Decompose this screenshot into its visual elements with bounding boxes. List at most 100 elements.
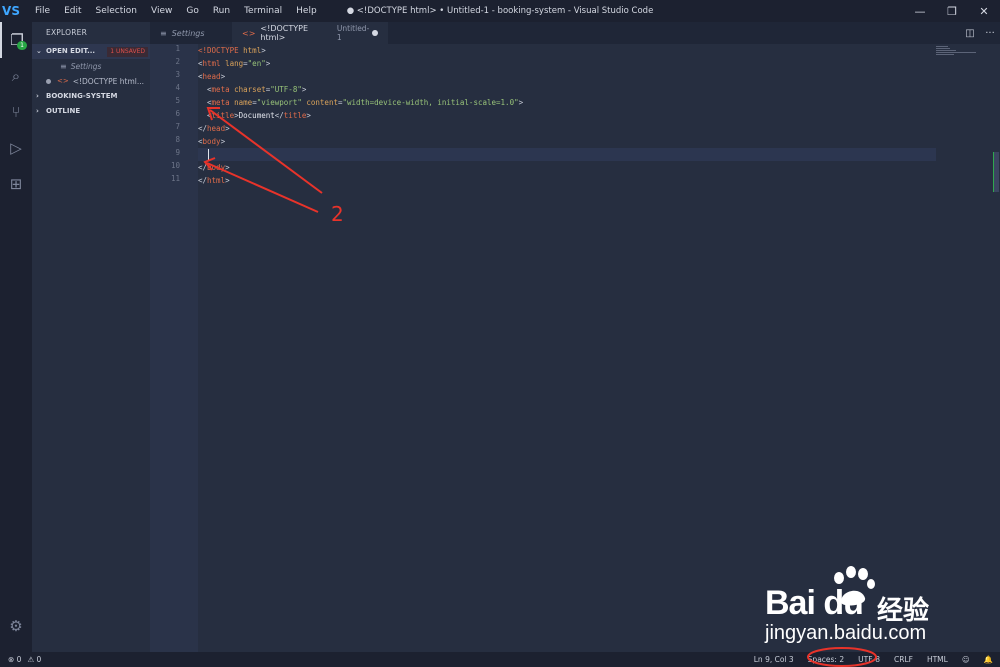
explorer-sidebar: EXPLORER ⌄ OPEN EDIT... 1 UNSAVED ≡ Sett…	[32, 22, 150, 652]
line-number: 5	[175, 96, 180, 105]
maximize-button[interactable]: ❐	[936, 0, 968, 22]
cursor-position[interactable]: Ln 9, Col 3	[747, 655, 801, 664]
menu-run[interactable]: Run	[206, 0, 237, 22]
settings-file-icon: ≡	[160, 28, 167, 38]
code-line-5: <meta name="viewport" content="width=dev…	[198, 98, 524, 107]
line-number-gutter: 1 2 3 4 5 6 7 8 9 10 11	[150, 44, 198, 652]
tab-untitled-desc: Untitled-1	[336, 24, 370, 42]
open-editor-untitled-label: <!DOCTYPE html...	[72, 77, 144, 86]
line-number: 9	[175, 148, 180, 157]
close-button[interactable]: ✕	[968, 0, 1000, 22]
open-editor-settings[interactable]: ≡ Settings	[32, 59, 150, 74]
extensions-icon[interactable]: ⊞	[0, 166, 32, 202]
status-right: Ln 9, Col 3 Spaces: 2 UTF-8 CRLF HTML ☺ …	[747, 655, 1000, 664]
menu-file[interactable]: File	[28, 0, 57, 22]
code-line-11: </html>	[198, 176, 230, 185]
booking-system-label: BOOKING-SYSTEM	[46, 92, 118, 100]
tab-settings[interactable]: ≡ Settings	[150, 22, 232, 44]
editor-area: ≡ Settings <> <!DOCTYPE html> Untitled-1…	[150, 22, 1000, 652]
line-number: 6	[175, 109, 180, 118]
open-editors-label: OPEN EDIT...	[46, 47, 96, 55]
activity-bar: ❐ 1 ⌕ ⑂ ▷ ⊞ ⚙	[0, 22, 32, 652]
baidu-watermark: Bai du 经验 jingyan.baidu.com	[765, 560, 995, 650]
current-line-highlight	[198, 148, 936, 161]
window-controls: — ❐ ✕	[904, 0, 1000, 22]
code-line-7: </head>	[198, 124, 230, 133]
line-number: 2	[175, 57, 180, 66]
explorer-icon[interactable]: ❐ 1	[0, 22, 32, 58]
minimap-line	[936, 52, 976, 53]
html-file-icon: <>	[242, 28, 256, 38]
editor-tabs: ≡ Settings <> <!DOCTYPE html> Untitled-1…	[150, 22, 1000, 44]
explorer-badge: 1	[17, 41, 27, 50]
menu-view[interactable]: View	[144, 0, 179, 22]
settings-file-icon: ≡	[60, 62, 67, 71]
status-bar: ⊗ 0 ⚠ 0 Ln 9, Col 3 Spaces: 2 UTF-8 CRLF…	[0, 652, 1000, 667]
line-number: 4	[175, 83, 180, 92]
line-number: 10	[170, 161, 180, 170]
code-line-2: <html lang="en">	[198, 59, 271, 68]
baidu-brand-text: Bai du	[765, 584, 864, 622]
line-number: 7	[175, 122, 180, 131]
search-icon[interactable]: ⌕	[0, 58, 32, 94]
split-editor-icon[interactable]: ◫	[960, 28, 980, 39]
indentation[interactable]: Spaces: 2	[801, 655, 851, 664]
menu-selection[interactable]: Selection	[89, 0, 144, 22]
manage-gear-icon[interactable]: ⚙	[0, 608, 32, 644]
code-line-8: <body>	[198, 137, 226, 146]
vscode-logo-icon: VS	[2, 4, 20, 18]
minimize-button[interactable]: —	[904, 0, 936, 22]
chevron-right-icon: ›	[36, 107, 39, 115]
minimap-line	[936, 54, 954, 55]
tab-settings-label: Settings	[171, 28, 205, 38]
run-debug-icon[interactable]: ▷	[0, 130, 32, 166]
line-number: 3	[175, 70, 180, 79]
open-editor-settings-label: Settings	[70, 62, 102, 71]
menu-go[interactable]: Go	[179, 0, 205, 22]
code-line-10: </body>	[198, 163, 230, 172]
code-line-1: <!DOCTYPE html>	[198, 46, 266, 55]
language-mode[interactable]: HTML	[920, 655, 955, 664]
line-number: 8	[175, 135, 180, 144]
open-editor-untitled[interactable]: <> <!DOCTYPE html...	[32, 74, 150, 89]
sidebar-title: EXPLORER	[46, 28, 87, 37]
code-line-6: <title>Document</title>	[198, 111, 311, 120]
warnings-count: ⚠ 0	[27, 655, 42, 664]
outline-label: OUTLINE	[46, 107, 81, 115]
watermark-url: jingyan.baidu.com	[765, 622, 927, 644]
open-editors-section[interactable]: ⌄ OPEN EDIT... 1 UNSAVED	[32, 44, 150, 59]
menu-terminal[interactable]: Terminal	[237, 0, 289, 22]
minimap-line	[936, 48, 950, 49]
problems-indicator[interactable]: ⊗ 0 ⚠ 0	[0, 655, 41, 664]
notifications-bell-icon[interactable]: 🔔	[977, 655, 1000, 664]
menu-help[interactable]: Help	[289, 0, 324, 22]
feedback-icon[interactable]: ☺	[955, 655, 977, 664]
source-control-icon[interactable]: ⑂	[0, 94, 32, 130]
unsaved-badge: 1 UNSAVED	[107, 46, 148, 57]
booking-system-section[interactable]: › BOOKING-SYSTEM	[32, 89, 150, 104]
text-cursor	[208, 149, 209, 160]
minimap-line	[936, 50, 956, 51]
editor-actions: ◫ ···	[960, 22, 1000, 44]
minimap-line	[936, 46, 948, 47]
unsaved-dot-icon[interactable]	[372, 30, 379, 36]
end-of-line[interactable]: CRLF	[887, 655, 920, 664]
html-file-icon: <>	[57, 77, 69, 85]
scrollbar-thumb[interactable]	[993, 152, 999, 192]
unsaved-dot-icon	[46, 79, 51, 84]
more-actions-icon[interactable]: ···	[980, 28, 1000, 39]
menu-edit[interactable]: Edit	[57, 0, 88, 22]
title-bar: VS File Edit Selection View Go Run Termi…	[0, 0, 1000, 22]
errors-count: ⊗ 0	[8, 655, 22, 664]
tab-untitled-label: <!DOCTYPE html>	[260, 24, 309, 42]
outline-section[interactable]: › OUTLINE	[32, 104, 150, 119]
code-line-4: <meta charset="UTF-8">	[198, 85, 307, 94]
line-number: 1	[175, 44, 180, 53]
chevron-right-icon: ›	[36, 92, 39, 100]
menu-bar: File Edit Selection View Go Run Terminal…	[28, 0, 324, 22]
chevron-down-icon: ⌄	[36, 47, 42, 55]
encoding[interactable]: UTF-8	[851, 655, 887, 664]
tab-untitled[interactable]: <> <!DOCTYPE html> Untitled-1	[232, 22, 388, 44]
code-line-3: <head>	[198, 72, 226, 81]
annotation-number: 2	[331, 202, 344, 226]
